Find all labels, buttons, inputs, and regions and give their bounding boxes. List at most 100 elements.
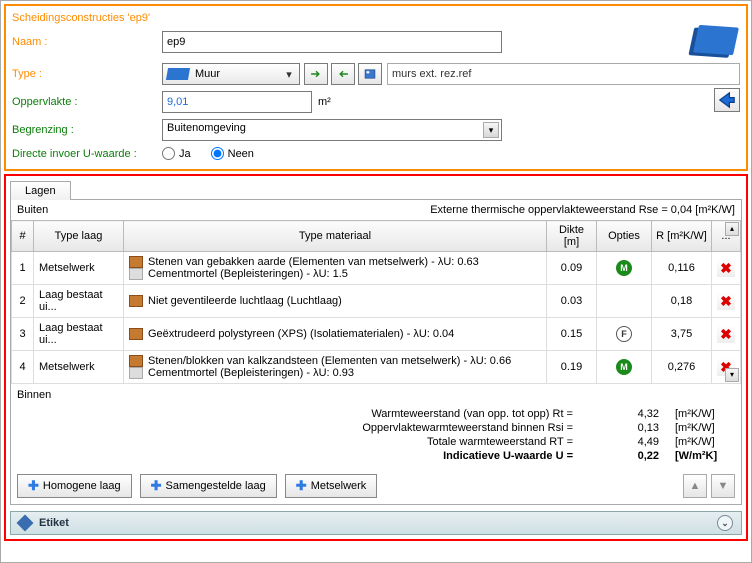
material-icon: [129, 328, 143, 340]
row-r: 0,276: [652, 351, 712, 384]
export-button[interactable]: [331, 63, 355, 85]
close-icon: ✖: [720, 260, 732, 277]
option-f-badge: F: [616, 326, 632, 342]
samengestelde-laag-button[interactable]: ✚Samengestelde laag: [140, 474, 277, 498]
header-panel: Scheidingsconstructies 'ep9' Naam : Type…: [4, 4, 748, 171]
material-text: Cementmortel (Bepleisteringen) - λU: 0.9…: [148, 367, 354, 379]
summary-label: Oppervlaktewarmteweerstand binnen Rsi =: [362, 422, 573, 434]
delete-button[interactable]: ✖: [717, 292, 735, 310]
material-icon: [129, 355, 143, 367]
type-combo[interactable]: Muur ▾: [162, 63, 300, 85]
library-button[interactable]: [358, 63, 382, 85]
binnen-label: Binnen: [17, 389, 51, 401]
summary-unit: [m²K/W]: [675, 408, 735, 420]
material-text: Geëxtrudeerd polystyreen (XPS) (Isolatie…: [148, 328, 454, 340]
move-down-button[interactable]: ▼: [711, 474, 735, 498]
summary-value: 0,22: [589, 450, 659, 462]
summary-value: 4,49: [589, 436, 659, 448]
name-label: Naam :: [12, 36, 162, 48]
name-input[interactable]: [162, 31, 502, 53]
begrenzing-label: Begrenzing :: [12, 124, 162, 136]
panel-title: Scheidingsconstructies 'ep9': [12, 12, 740, 28]
row-opties: [597, 285, 652, 318]
col-dikte[interactable]: Dikte [m]: [547, 221, 597, 252]
row-delete: ✖: [712, 252, 741, 285]
col-r[interactable]: R [m²K/W]: [652, 221, 712, 252]
row-r: 0,18: [652, 285, 712, 318]
row-material: Niet geventileerde luchtlaag (Luchtlaag): [124, 285, 547, 318]
row-delete: ✖: [712, 318, 741, 351]
row-dikte: 0.15: [547, 318, 597, 351]
col-num[interactable]: #: [12, 221, 34, 252]
row-dikte: 0.19: [547, 351, 597, 384]
row-opties: F: [597, 318, 652, 351]
summary-value: 4,32: [589, 408, 659, 420]
etiket-label: Etiket: [39, 517, 69, 529]
table-row[interactable]: 2 Laag bestaat ui... Niet geventileerde …: [12, 285, 741, 318]
layers-table: # Type laag Type materiaal Dikte [m] Opt…: [11, 220, 741, 384]
row-material: Stenen van gebakken aarde (Elementen van…: [124, 252, 547, 285]
table-row[interactable]: 3 Laag bestaat ui... Geëxtrudeerd polyst…: [12, 318, 741, 351]
tag-icon: [17, 515, 34, 532]
delete-button[interactable]: ✖: [717, 325, 735, 343]
col-type-materiaal[interactable]: Type materiaal: [124, 221, 547, 252]
delete-button[interactable]: ✖: [717, 259, 735, 277]
close-icon: ✖: [720, 293, 732, 310]
expand-icon[interactable]: ⌄: [717, 515, 733, 531]
row-dikte: 0.09: [547, 252, 597, 285]
plus-icon: ✚: [296, 478, 307, 494]
row-dikte: 0.03: [547, 285, 597, 318]
plus-icon: ✚: [151, 478, 162, 494]
move-up-button[interactable]: ▲: [683, 474, 707, 498]
scroll-up-icon[interactable]: ▴: [725, 222, 739, 236]
tab-lagen[interactable]: Lagen: [10, 181, 71, 200]
summary-label: Totale warmteweerstand RT =: [362, 436, 573, 448]
metselwerk-button[interactable]: ✚Metselwerk: [285, 474, 378, 498]
wall-3d-icon: [693, 25, 739, 55]
row-opties: M: [597, 351, 652, 384]
col-type-laag[interactable]: Type laag: [34, 221, 124, 252]
material-text: Niet geventileerde luchtlaag (Luchtlaag): [148, 295, 342, 307]
chevron-down-icon: ▾: [483, 122, 499, 138]
begrenzing-combo[interactable]: Buitenomgeving ▾: [162, 119, 502, 141]
close-icon: ✖: [720, 326, 732, 343]
material-icon: [129, 268, 143, 280]
directe-label: Directe invoer U-waarde :: [12, 148, 162, 160]
row-material: Stenen/blokken van kalkzandsteen (Elemen…: [124, 351, 547, 384]
row-material: Geëxtrudeerd polystyreen (XPS) (Isolatie…: [124, 318, 547, 351]
begrenzing-value: Buitenomgeving: [167, 122, 246, 134]
etiket-bar[interactable]: Etiket ⌄: [10, 511, 742, 535]
row-num: 4: [12, 351, 34, 384]
import-button[interactable]: [304, 63, 328, 85]
summary-label: Warmteweerstand (van opp. tot opp) Rt =: [362, 408, 573, 420]
homogene-laag-button[interactable]: ✚Homogene laag: [17, 474, 132, 498]
oppervlakte-label: Oppervlakte :: [12, 96, 162, 108]
row-r: 0,116: [652, 252, 712, 285]
table-row[interactable]: 4 Metselwerk Stenen/blokken van kalkzand…: [12, 351, 741, 384]
radio-neen[interactable]: Neen: [211, 147, 254, 160]
material-text: Stenen van gebakken aarde (Elementen van…: [148, 256, 479, 268]
col-opties[interactable]: Opties: [597, 221, 652, 252]
summary-value: 0,13: [589, 422, 659, 434]
scroll-down-icon[interactable]: ▾: [725, 368, 739, 382]
row-delete: ✖: [712, 285, 741, 318]
summary-unit: [m²K/W]: [675, 436, 735, 448]
row-num: 3: [12, 318, 34, 351]
material-icon: [129, 256, 143, 268]
rse-label: Externe thermische oppervlakteweerstand …: [430, 204, 735, 216]
material-icon: [129, 295, 143, 307]
row-opties: M: [597, 252, 652, 285]
row-type: Metselwerk: [34, 252, 124, 285]
radio-ja[interactable]: Ja: [162, 147, 191, 160]
row-type: Laag bestaat ui...: [34, 285, 124, 318]
oppervlakte-input[interactable]: [162, 91, 312, 113]
row-num: 1: [12, 252, 34, 285]
material-icon: [129, 367, 143, 379]
row-r: 3,75: [652, 318, 712, 351]
back-button[interactable]: [714, 88, 740, 112]
layers-panel: Lagen Buiten Externe thermische oppervla…: [4, 174, 748, 541]
type-value: Muur: [195, 68, 220, 80]
wall-icon: [166, 68, 190, 80]
table-row[interactable]: 1 Metselwerk Stenen van gebakken aarde (…: [12, 252, 741, 285]
type-label: Type :: [12, 68, 162, 80]
